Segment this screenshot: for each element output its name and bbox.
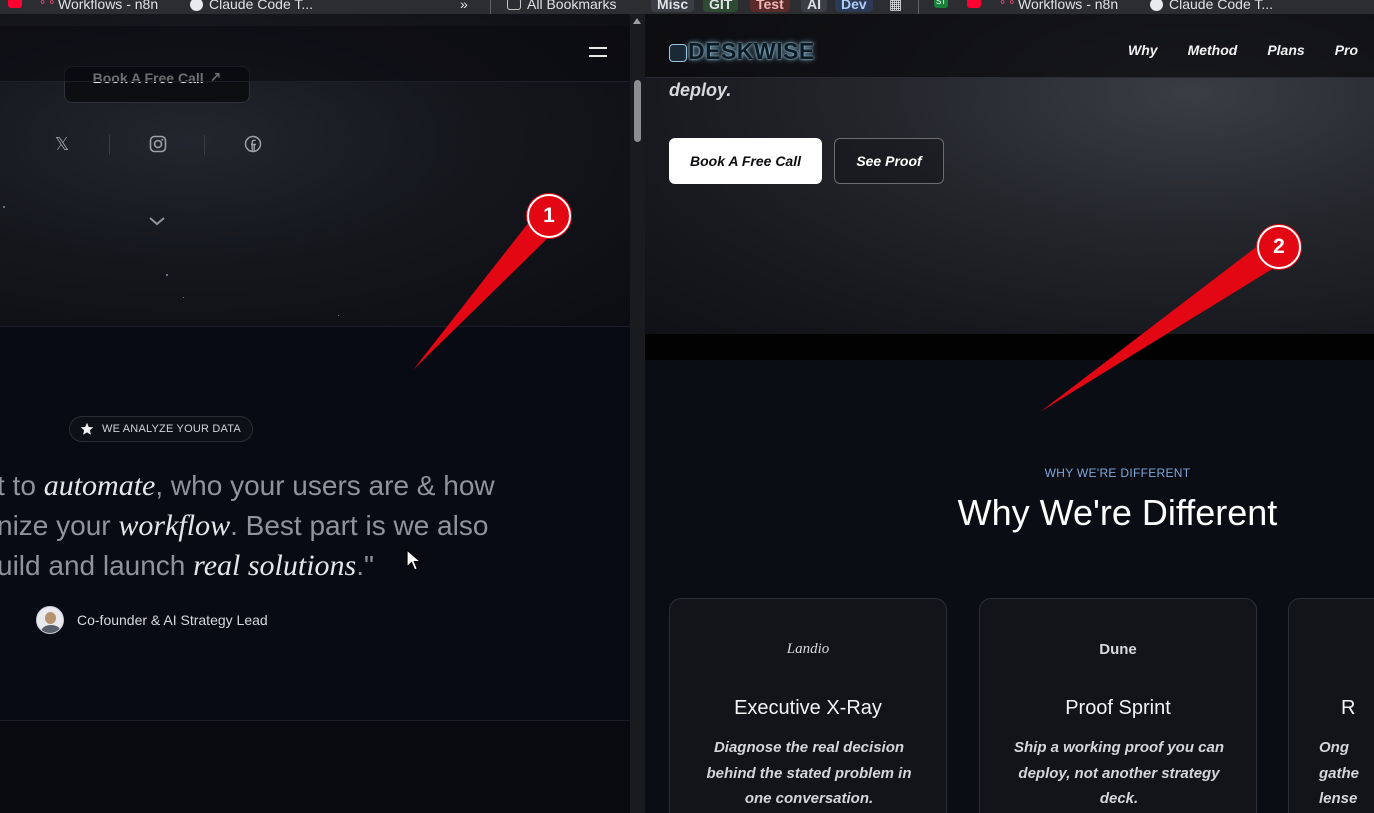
annotation-marker-2: 2 — [1257, 225, 1301, 269]
scrollbar-thumb[interactable] — [634, 80, 641, 142]
divider — [918, 0, 919, 14]
quote-line: t to automate, who your users are & how — [0, 469, 495, 502]
grid-icon: ▦ — [889, 0, 903, 12]
menu-icon[interactable] — [589, 47, 607, 59]
partner-logo: Dune — [1099, 641, 1137, 658]
owl-logo-icon — [669, 43, 687, 62]
bookmark-folder-ai[interactable]: AI — [801, 0, 827, 12]
feature-card: Dune Proof Sprint Ship a working proof y… — [979, 598, 1257, 813]
st-icon: ST — [934, 0, 948, 8]
nav-proof[interactable]: Pro — [1335, 42, 1358, 58]
card-title: Executive X-Ray — [734, 697, 882, 719]
star-dot — [338, 315, 339, 316]
bookmarks-bar: ⚬⚬ Workflows - n8n Claude Code T... » All… — [0, 0, 1374, 14]
site-logo[interactable]: DESKWISE — [669, 38, 815, 65]
feature-card: Landio Executive X-Ray Diagnose the real… — [669, 598, 947, 813]
mouse-cursor — [406, 548, 422, 571]
bookmark-folder-test[interactable]: Test — [750, 0, 790, 12]
quote-line: uild and launch real solutions." — [0, 549, 374, 582]
facebook-icon[interactable] — [241, 132, 265, 156]
all-bookmarks[interactable]: All Bookmarks — [507, 0, 616, 12]
bookmark-folder-git[interactable]: GIT — [703, 0, 739, 12]
left-pane: Book A Free Call ↗ 𝕏 WE ANALYZ — [0, 14, 630, 813]
card-description: Ong gathe lense — [1319, 739, 1360, 807]
bookmark-st[interactable]: ST — [934, 0, 948, 8]
bookmark-youtube[interactable] — [8, 0, 22, 8]
x-icon[interactable]: 𝕏 — [50, 132, 74, 156]
bookmarks-overflow[interactable]: » — [460, 0, 468, 12]
section-badge: WE ANALYZE YOUR DATA — [69, 416, 253, 442]
testimonial-author: Co-founder & AI Strategy Lead — [36, 606, 268, 634]
book-call-button[interactable]: Book A Free Call — [669, 138, 822, 184]
quote-line: nize your workflow. Best part is we also — [0, 509, 489, 542]
hero-band — [645, 334, 1374, 360]
youtube-icon — [8, 0, 22, 8]
n8n-icon: ⚬⚬ — [38, 0, 57, 9]
bookmark-item[interactable]: ⚬⚬ Workflows - n8n — [38, 0, 158, 12]
partner-logo: Landio — [786, 641, 830, 657]
star-dot — [183, 297, 184, 298]
card-title: Proof Sprint — [1065, 697, 1171, 719]
n8n-icon: ⚬⚬ — [998, 0, 1017, 9]
bookmark-item[interactable]: Claude Code T... — [190, 0, 313, 12]
card-description: Ship a working proof you can deploy, not… — [1013, 739, 1224, 807]
bookmark-item[interactable]: ⚬⚬ Workflows - n8n — [998, 0, 1118, 12]
globe-icon — [1150, 0, 1163, 11]
avatar — [36, 606, 64, 634]
pane-splitter[interactable] — [630, 14, 645, 813]
hero-text: deploy. — [669, 80, 732, 100]
scroll-up-icon[interactable] — [633, 18, 641, 24]
screen: ⚬⚬ Workflows - n8n Claude Code T... » All… — [0, 0, 1374, 813]
bookmark-folder-dev[interactable]: Dev — [835, 0, 873, 12]
see-proof-button[interactable]: See Proof — [834, 138, 944, 184]
section-eyebrow: WHY WE'RE DIFFERENT — [1044, 466, 1191, 480]
feature-card: R Ong gathe lense — [1288, 598, 1374, 813]
bookmark-youtube[interactable] — [967, 0, 981, 8]
youtube-icon — [967, 0, 981, 8]
nav-plans[interactable]: Plans — [1267, 42, 1304, 58]
star-dot — [3, 206, 5, 208]
divider — [490, 0, 491, 14]
testimonial-quote: t to automate, who your users are & how … — [0, 466, 557, 586]
divider — [0, 720, 630, 721]
right-pane: deploy. DESKWISE Why Method Plans Pro Bo… — [645, 14, 1374, 813]
globe-icon — [190, 0, 203, 11]
nav-method[interactable]: Method — [1188, 42, 1238, 58]
site-header: DESKWISE Why Method Plans Pro — [645, 14, 1374, 78]
instagram-icon[interactable] — [146, 132, 170, 156]
bookmark-item[interactable]: Claude Code T... — [1150, 0, 1273, 12]
divider — [204, 135, 205, 155]
card-title: R — [1341, 697, 1356, 719]
nav-why[interactable]: Why — [1128, 42, 1158, 58]
chevron-down-icon[interactable] — [147, 214, 167, 228]
folder-icon — [507, 0, 521, 10]
social-links: 𝕏 — [0, 132, 300, 158]
card-description: Diagnose the real decision behind the st… — [706, 739, 912, 807]
star-icon — [80, 422, 94, 435]
section-title: Why We're Different — [957, 492, 1278, 533]
bookmark-folder-misc[interactable]: Misc — [651, 0, 695, 12]
star-dot — [166, 274, 168, 276]
site-header — [0, 26, 630, 82]
main-nav: Why Method Plans Pro — [1128, 42, 1358, 58]
annotation-marker-1: 1 — [527, 194, 571, 238]
bookmark-grid[interactable]: ▦ — [889, 0, 902, 13]
divider — [109, 135, 110, 155]
